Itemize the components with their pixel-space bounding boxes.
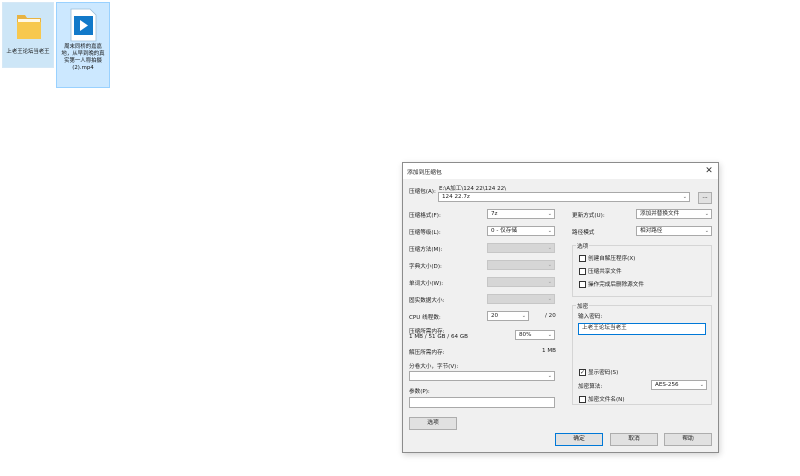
- dialog-title: 添加到压缩包: [407, 170, 442, 176]
- chevron-down-icon: ⌄: [547, 262, 552, 268]
- checkmark-icon: ✓: [579, 368, 586, 376]
- folder-icon: [17, 15, 41, 39]
- checkbox-icon: [579, 395, 586, 403]
- enc-method-value: AES-256: [655, 382, 679, 388]
- encrypt-names-checkbox[interactable]: 加密文件名(N): [579, 395, 625, 403]
- desktop-folder-icon[interactable]: 上老王论坛当老王: [2, 2, 54, 68]
- pathmode-value: 相对路径: [640, 228, 663, 234]
- delete-label: 操作完成后删除源文件: [588, 282, 644, 288]
- close-icon[interactable]: ✕: [702, 164, 716, 178]
- show-password-label: 显示密码(S): [588, 370, 619, 376]
- decomp-label: 解压所需内存:: [409, 350, 445, 356]
- options-button[interactable]: 选项: [409, 417, 457, 430]
- shared-checkbox[interactable]: 压缩共享文件: [579, 267, 622, 275]
- chevron-down-icon: ⌄: [699, 382, 704, 388]
- ok-button[interactable]: 确定: [555, 433, 603, 446]
- show-password-checkbox[interactable]: ✓ 显示密码(S): [579, 368, 618, 376]
- level-select[interactable]: 0 - 仅存储 ⌄: [487, 226, 555, 236]
- chevron-down-icon: ⌄: [704, 211, 709, 217]
- archive-name-combo[interactable]: 124 22.7z ⌄: [438, 192, 690, 202]
- shared-label: 压缩共享文件: [588, 269, 622, 275]
- chevron-down-icon: ⌄: [547, 373, 552, 379]
- mem-percent-value: 80%: [519, 332, 532, 338]
- options-group: 选项 创建自解压程序(X) 压缩共享文件 操作完成后删除源文件: [572, 242, 712, 297]
- archive-name-value: 124 22.7z: [442, 194, 470, 200]
- video-file-icon: [70, 8, 97, 42]
- format-label: 压缩格式(F):: [409, 213, 441, 219]
- password-label: 输入密码:: [578, 314, 603, 320]
- encrypt-group: 加密 输入密码: 上老王论坛当老王 ✓ 显示密码(S) 加密算法: AES-256…: [572, 302, 712, 405]
- cpu-max: / 20: [545, 313, 556, 319]
- help-button[interactable]: 帮助: [664, 433, 712, 446]
- sfx-label: 创建自解压程序(X): [588, 256, 636, 262]
- chevron-down-icon: ⌄: [547, 296, 552, 302]
- method-select: ⌄: [487, 243, 555, 253]
- solid-label: 固实数据大小:: [409, 298, 445, 304]
- chevron-down-icon: ⌄: [547, 211, 552, 217]
- params-input[interactable]: [409, 397, 555, 408]
- cancel-button[interactable]: 取消: [610, 433, 658, 446]
- split-label: 分卷大小，字节(V):: [409, 364, 459, 370]
- chevron-down-icon: ⌄: [521, 313, 526, 319]
- checkbox-icon: [579, 280, 586, 288]
- chevron-down-icon: ⌄: [547, 228, 552, 234]
- cpu-label: CPU 线程数:: [409, 315, 441, 321]
- folder-label: 上老王论坛当老王: [6, 49, 50, 55]
- dict-label: 字典大小(D):: [409, 264, 442, 270]
- params-label: 参数(P):: [409, 389, 430, 395]
- video-file-label: 周末同桥的嘉嘉地，从早到晚的真实第一人称拍摄 (2).mp4: [61, 44, 105, 71]
- enc-method-label: 加密算法:: [578, 384, 603, 390]
- solid-select: ⌄: [487, 294, 555, 304]
- update-select[interactable]: 添加并替换文件 ⌄: [636, 209, 712, 219]
- decomp-value: 1 MB: [542, 348, 557, 354]
- archive-path: E:\A加工\124 22\124 22\: [439, 186, 507, 192]
- word-select: ⌄: [487, 277, 555, 287]
- mem-detail: 1 MB / 51 GB / 64 GB: [409, 334, 469, 340]
- browse-button[interactable]: ...: [698, 192, 712, 204]
- dialog-titlebar: 添加到压缩包 ✕: [403, 163, 718, 179]
- pathmode-label: 路径模式: [572, 230, 595, 236]
- level-value: 0 - 仅存储: [491, 228, 517, 234]
- delete-checkbox[interactable]: 操作完成后删除源文件: [579, 280, 644, 288]
- dict-select: ⌄: [487, 260, 555, 270]
- method-label: 压缩方法(M):: [409, 247, 443, 253]
- checkbox-icon: [579, 254, 586, 262]
- chevron-down-icon: ⌄: [547, 279, 552, 285]
- chevron-down-icon: ⌄: [682, 194, 687, 200]
- cpu-select[interactable]: 20 ⌄: [487, 311, 529, 321]
- level-label: 压缩等级(L):: [409, 230, 441, 236]
- checkbox-icon: [579, 267, 586, 275]
- enc-method-select[interactable]: AES-256 ⌄: [651, 380, 707, 390]
- add-to-archive-dialog: 添加到压缩包 ✕ 压缩包(A): E:\A加工\124 22\124 22\ 1…: [402, 162, 719, 453]
- format-value: 7z: [491, 211, 498, 217]
- chevron-down-icon: ⌄: [547, 245, 552, 251]
- desktop-video-file[interactable]: 周末同桥的嘉嘉地，从早到晚的真实第一人称拍摄 (2).mp4: [56, 2, 110, 88]
- split-select[interactable]: ⌄: [409, 371, 555, 381]
- word-label: 单词大小(W):: [409, 281, 444, 287]
- update-value: 添加并替换文件: [640, 211, 680, 217]
- options-group-title: 选项: [576, 242, 590, 250]
- encrypt-names-label: 加密文件名(N): [588, 397, 625, 403]
- pathmode-select[interactable]: 相对路径 ⌄: [636, 226, 712, 236]
- chevron-down-icon: ⌄: [547, 332, 552, 338]
- chevron-down-icon: ⌄: [704, 228, 709, 234]
- sfx-checkbox[interactable]: 创建自解压程序(X): [579, 254, 635, 262]
- format-select[interactable]: 7z ⌄: [487, 209, 555, 219]
- encrypt-group-title: 加密: [576, 302, 590, 310]
- archive-label: 压缩包(A):: [409, 189, 436, 195]
- password-input[interactable]: 上老王论坛当老王: [578, 323, 706, 335]
- cpu-value: 20: [491, 313, 499, 319]
- mem-percent-select[interactable]: 80% ⌄: [515, 330, 555, 340]
- update-label: 更新方式(U):: [572, 213, 605, 219]
